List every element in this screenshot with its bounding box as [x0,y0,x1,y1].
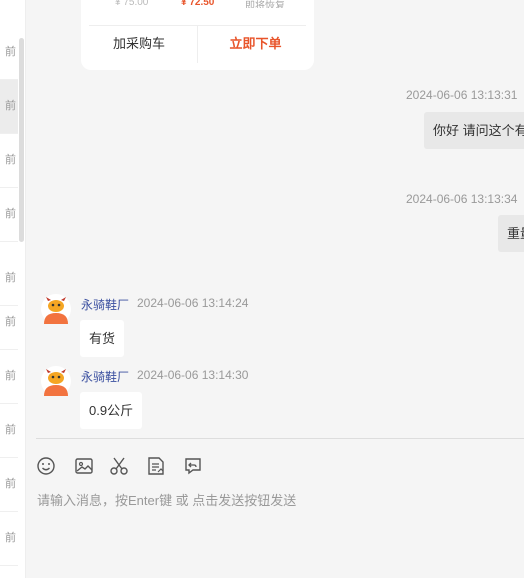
session-time: 前 [5,424,16,436]
undo-icon[interactable] [182,455,204,477]
session-time: 前 [5,370,16,382]
add-to-cart-button[interactable]: 加采购车 [81,25,197,63]
session-time: 前 [5,100,16,112]
sender-name: 永骑鞋厂 [81,370,130,384]
chat-messages: ¥ 75.00 ¥ 72.50 即将恢复 加采购车 立即下单 2024-06-0… [26,0,524,438]
product-card: ¥ 75.00 ¥ 72.50 即将恢复 加采购车 立即下单 [81,0,314,70]
message-input[interactable]: 请输入消息，按Enter键 或 点击发送按钮发送 [37,490,296,509]
message-bubble-outgoing: 你好 请问这个有 [424,112,524,149]
order-icon[interactable] [145,455,167,477]
session-time: 前 [5,478,16,490]
session-list: 前 前 前 前 前 前 前 前 前 前 [0,0,26,578]
session-time: 前 [5,154,16,166]
shop-avatar-icon [41,366,71,396]
original-price: ¥ 75.00 [115,0,149,8]
scissors-icon[interactable] [108,455,130,477]
scrollbar-thumb[interactable] [19,38,24,242]
session-time: 前 [5,208,16,220]
message-timestamp: 2024-06-06 13:13:34 [406,192,518,206]
session-item[interactable]: 前 [0,188,18,242]
input-divider [36,438,524,439]
message-timestamp: 2024-06-06 13:13:31 [406,88,518,102]
message-timestamp: 2024-06-06 13:14:24 [137,296,249,310]
message-bubble-incoming: 0.9公斤 [80,392,143,429]
session-item[interactable]: 前 [0,296,18,350]
session-item[interactable]: 前 [0,350,18,404]
session-time: 前 [5,316,16,328]
price-note: 即将恢复 [245,1,285,8]
session-time: 前 [5,532,16,544]
message-bubble-outgoing: 重量 [498,215,524,252]
session-item[interactable]: 前 [0,512,18,566]
session-item[interactable]: 前 [0,404,18,458]
message-timestamp: 2024-06-06 13:14:30 [137,368,249,382]
order-now-button[interactable]: 立即下单 [197,25,313,63]
message-input-area: 请输入消息，按Enter键 或 点击发送按钮发送 [26,438,524,578]
session-item[interactable]: 前 [0,26,18,80]
shop-avatar-icon [41,294,71,324]
session-item[interactable]: 前 [0,80,18,134]
session-item[interactable]: 前 [0,134,18,188]
message-bubble-incoming: 有货 [80,320,125,357]
current-price: ¥ 72.50 [181,0,215,8]
session-time: 前 [5,46,16,58]
session-time: 前 [5,272,16,284]
price-row: ¥ 75.00 ¥ 72.50 即将恢复 [81,0,314,8]
sender-name: 永骑鞋厂 [81,298,130,312]
image-icon[interactable] [73,455,95,477]
session-item[interactable]: 前 [0,458,18,512]
emoji-icon[interactable] [35,455,57,477]
